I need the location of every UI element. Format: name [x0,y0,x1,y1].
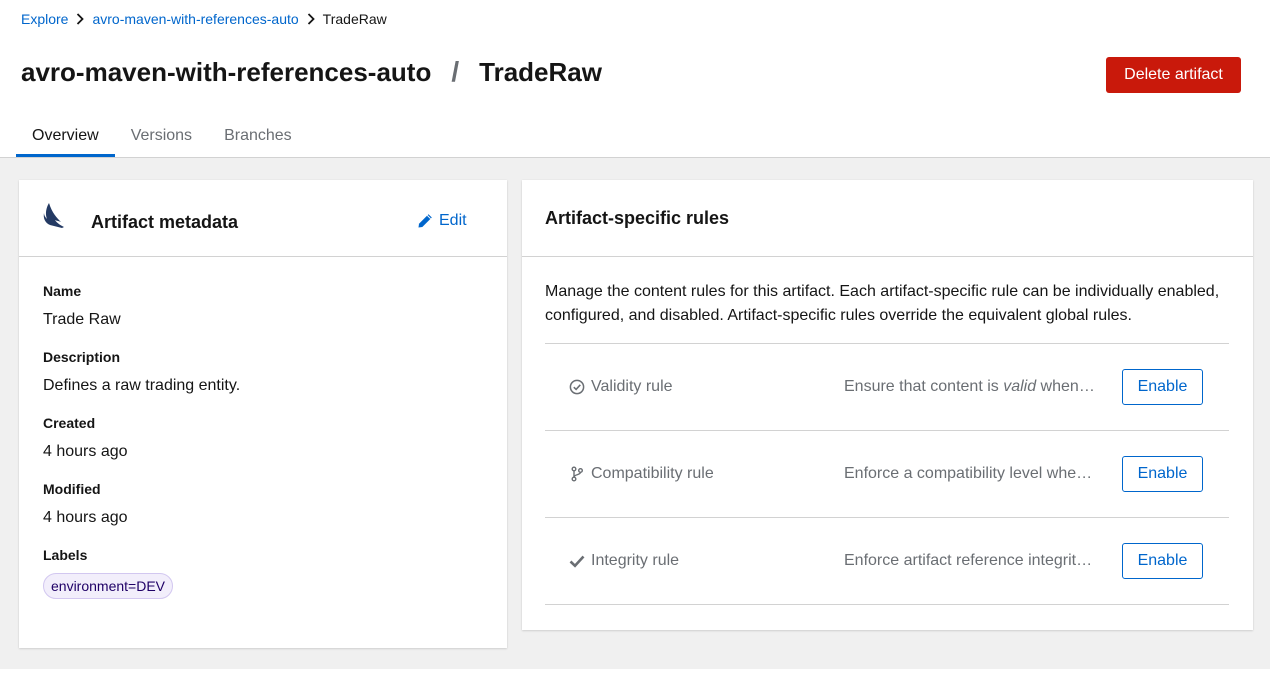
metadata-name-value: Trade Raw [43,311,121,328]
rule-description-emphasis: valid [1003,378,1037,395]
rule-row-validity: Validity rule Ensure that content is val… [545,344,1229,431]
metadata-modified-term: Modified [43,481,101,497]
metadata-created: Created 4 hours ago [43,415,240,481]
metadata-name: Name Trade Raw [43,283,240,349]
metadata-created-value: 4 hours ago [43,443,128,460]
rules-intro-text: Manage the content rules for this artifa… [545,283,1220,324]
chevron-right-icon [299,13,323,25]
metadata-card-header: Artifact metadata Edit [19,180,507,257]
rule-description: Enforce artifact reference integrity whe… [844,552,1098,569]
rule-description: Ensure that content is valid when updati… [844,378,1098,396]
rule-name: Compatibility rule [569,465,714,483]
page-title: avro-maven-with-references-auto / TradeR… [21,56,602,88]
breadcrumb-group-link[interactable]: avro-maven-with-references-auto [92,11,298,27]
enable-integrity-rule-button[interactable]: Enable [1122,543,1203,579]
rule-row-compatibility: Compatibility rule Enforce a compatibili… [545,431,1229,518]
metadata-description-term: Description [43,349,121,365]
rule-name-label: Compatibility rule [591,465,714,482]
metadata-modified-value: 4 hours ago [43,509,128,526]
rule-name-label: Validity rule [591,378,673,395]
page: Explore avro-maven-with-references-auto … [0,0,1270,683]
enable-validity-rule-button[interactable]: Enable [1122,369,1203,405]
metadata-modified: Modified 4 hours ago [43,481,240,547]
tab-versions[interactable]: Versions [115,118,208,157]
code-branch-icon [571,466,583,482]
chevron-right-icon [68,13,92,25]
metadata-created-term: Created [43,415,96,431]
rule-name: Validity rule [569,378,673,396]
metadata-list: Name Trade Raw Description Defines a raw… [43,283,240,613]
tab-list: Overview Versions Branches [16,118,308,157]
rule-name-label: Integrity rule [591,552,680,569]
metadata-card-title: Artifact metadata [91,212,239,232]
page-header: Explore avro-maven-with-references-auto … [0,0,1270,157]
breadcrumb-current: TradeRaw [322,11,387,27]
metadata-description: Description Defines a raw trading entity… [43,349,240,415]
delete-artifact-button[interactable]: Delete artifact [1106,57,1241,93]
artifact-rules-card: Artifact-specific rules Manage the conte… [522,180,1253,630]
edit-label: Edit [439,212,467,229]
artifact-metadata-card: Artifact metadata Edit Name Trade Raw De… [19,180,507,648]
tab-branches[interactable]: Branches [208,118,308,157]
metadata-labels: Labels environment=DEV [43,547,240,613]
check-circle-icon [569,379,585,395]
avro-logo-icon [43,202,65,230]
rules-card-header: Artifact-specific rules [522,180,1253,257]
rules-list: Validity rule Ensure that content is val… [545,343,1229,605]
breadcrumb: Explore avro-maven-with-references-auto … [21,11,387,27]
rules-card-title: Artifact-specific rules [545,208,730,228]
enable-compatibility-rule-button[interactable]: Enable [1122,456,1203,492]
rule-description-text: Ensure that content is [844,378,1004,395]
metadata-name-term: Name [43,283,82,299]
check-icon [569,555,585,568]
title-artifact-id: TradeRaw [479,56,602,87]
edit-metadata-button[interactable]: Edit [417,212,467,230]
main-content: Artifact metadata Edit Name Trade Raw De… [0,157,1270,669]
rule-row-integrity: Integrity rule Enforce artifact referenc… [545,518,1229,605]
title-group-id: avro-maven-with-references-auto [21,56,432,87]
rule-name: Integrity rule [569,552,679,570]
rule-description: Enforce a compatibility level when updat… [844,465,1098,482]
metadata-description-value: Defines a raw trading entity. [43,377,241,394]
tab-overview[interactable]: Overview [16,118,115,157]
breadcrumb-explore-link[interactable]: Explore [21,11,68,27]
label-chip: environment=DEV [43,573,174,599]
title-separator: / [451,56,460,87]
metadata-labels-term: Labels [43,547,88,563]
rule-description-text-end: when updating this artifact. [1040,378,1098,395]
pencil-icon [418,214,432,228]
